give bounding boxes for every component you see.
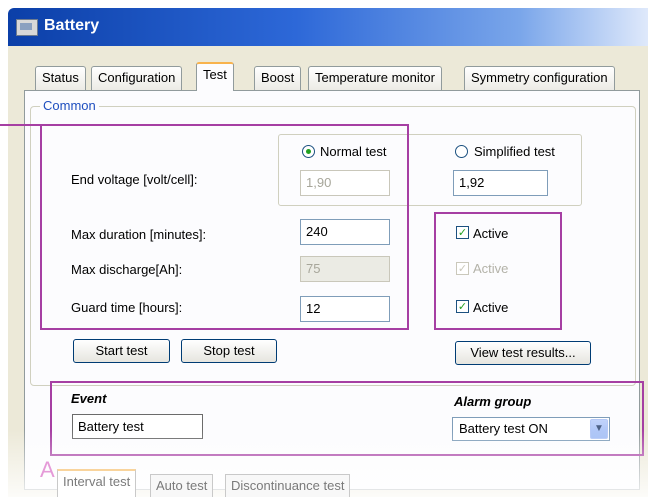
- tab-test[interactable]: Test: [196, 62, 234, 91]
- common-group-label: Common: [40, 98, 99, 113]
- annotation-marker: A: [40, 457, 55, 482]
- end-voltage-simplified-field[interactable]: 1,92: [453, 170, 548, 196]
- normal-test-label: Normal test: [320, 144, 387, 159]
- event-header: Event: [71, 391, 107, 406]
- end-voltage-label: End voltage [volt/cell]:: [71, 172, 198, 187]
- tab-discontinuance-test[interactable]: Discontinuance test: [225, 474, 351, 497]
- alarm-group-select[interactable]: Battery test ON ▼: [452, 417, 610, 441]
- view-test-results-button[interactable]: View test results...: [455, 341, 591, 365]
- chevron-down-icon[interactable]: ▼: [590, 419, 608, 439]
- tab-temperature-monitor[interactable]: Temperature monitor: [308, 66, 442, 90]
- max-discharge-active-checkbox[interactable]: ✓: [456, 262, 469, 275]
- guard-time-active-label: Active: [473, 300, 509, 315]
- tab-boost[interactable]: Boost: [254, 66, 302, 90]
- max-duration-active-checkbox[interactable]: ✓: [456, 226, 469, 239]
- title-bar: Battery: [8, 8, 648, 46]
- simplified-test-label: Simplified test: [474, 144, 555, 159]
- guard-time-label: Guard time [hours]:: [71, 300, 183, 315]
- guard-time-field[interactable]: 12: [300, 296, 390, 322]
- max-discharge-label: Max discharge[Ah]:: [71, 262, 183, 277]
- tab-auto-test[interactable]: Auto test: [150, 474, 214, 497]
- window-title: Battery: [44, 17, 100, 34]
- stop-test-button[interactable]: Stop test: [181, 339, 277, 363]
- simplified-test-radio[interactable]: [455, 145, 468, 158]
- tab-status[interactable]: Status: [35, 66, 86, 90]
- tab-interval-test[interactable]: Interval test: [57, 469, 137, 497]
- max-discharge-active-label: Active: [473, 261, 509, 276]
- max-discharge-field[interactable]: 75: [300, 256, 390, 282]
- battery-app-icon: [16, 19, 38, 36]
- alarm-group-value: Battery test ON: [459, 421, 548, 436]
- event-field[interactable]: Battery test: [72, 414, 203, 439]
- tab-symmetry-configuration[interactable]: Symmetry configuration: [464, 66, 615, 90]
- max-duration-field[interactable]: 240: [300, 219, 390, 245]
- alarm-group-header: Alarm group: [454, 394, 532, 409]
- end-voltage-normal-field[interactable]: 1,90: [300, 170, 390, 196]
- separator: [60, 381, 638, 382]
- normal-test-radio[interactable]: [302, 145, 315, 158]
- guard-time-active-checkbox[interactable]: ✓: [456, 300, 469, 313]
- start-test-button[interactable]: Start test: [73, 339, 170, 363]
- max-duration-active-label: Active: [473, 226, 509, 241]
- max-duration-label: Max duration [minutes]:: [71, 227, 207, 242]
- tab-configuration[interactable]: Configuration: [91, 66, 183, 90]
